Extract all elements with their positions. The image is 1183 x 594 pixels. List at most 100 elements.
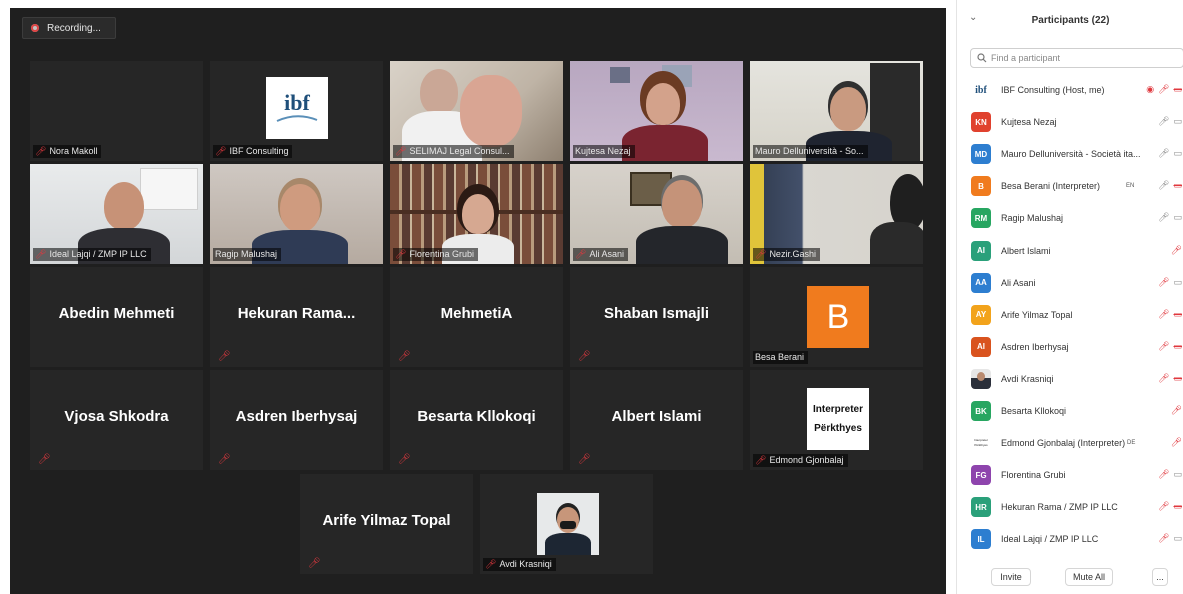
participant-row[interactable]: Interpreter Përkthyes Edmond Gjonbalaj (I… — [971, 432, 1183, 454]
tile-caption: Besa Berani — [753, 351, 809, 364]
video-tile-florentina-grubi[interactable]: 🎤︎ Florentina Grubi — [390, 164, 563, 264]
video-icon[interactable]: ▭ — [1173, 212, 1182, 223]
participant-row[interactable]: AI Asdren Iberhysaj 🎤︎ ▭ — [971, 336, 1183, 358]
mic-icon[interactable]: 🎤︎ — [1158, 212, 1169, 223]
video-tile-ibf-consulting[interactable]: ibf 🎤︎ IBF Consulting — [210, 61, 383, 161]
participant-row[interactable]: MD Mauro Delluniversità - Società ita... 🎤… — [971, 143, 1183, 165]
profile-photo — [537, 493, 599, 555]
mic-muted-icon: 🎤︎ — [215, 146, 227, 156]
invite-button[interactable]: Invite — [991, 568, 1031, 586]
video-icon[interactable]: ▭ — [1173, 148, 1182, 159]
mute-all-button[interactable]: Mute All — [1065, 568, 1113, 586]
video-tile-mauro[interactable]: Mauro Delluniversità - So... — [750, 61, 923, 161]
video-tile-hekuran-rama[interactable]: Hekuran Rama... 🎤︎ — [210, 267, 383, 367]
participant-name: Asdren Iberhysaj — [1001, 341, 1069, 352]
participant-row[interactable]: RM Ragip Malushaj 🎤︎ ▭ — [971, 207, 1183, 229]
video-off-icon[interactable]: ▭ — [1173, 341, 1182, 352]
video-tile-edmond-gjonbalaj[interactable]: Interpreter Përkthyes 🎤︎ Edmond Gjonbalaj — [750, 370, 923, 470]
video-gallery: Recording... 🎤︎ Nora Makoll ibf 🎤︎ IBF Con… — [10, 8, 946, 594]
mic-muted-icon[interactable]: 🎤︎ — [1171, 245, 1182, 256]
participant-avatar: AY — [971, 304, 991, 325]
participant-row[interactable]: IL Ideal Lajqi / ZMP IP LLC 🎤︎ ▭ — [971, 528, 1183, 550]
participant-avatar: RM — [971, 208, 991, 229]
participant-name: Edmond Gjonbalaj (Interpreter) — [1001, 438, 1126, 449]
mic-muted-icon[interactable]: 🎤︎ — [1158, 373, 1169, 384]
video-off-icon[interactable]: ▭ — [1173, 180, 1182, 191]
mic-icon[interactable]: 🎤︎ — [1158, 148, 1169, 159]
participant-name: Ragip Malushaj — [1001, 213, 1064, 224]
screen-share-icon: ◉ — [1146, 84, 1155, 94]
mic-muted-icon[interactable]: 🎤︎ — [1171, 405, 1182, 416]
participant-avatar: B — [971, 176, 991, 197]
panel-title: Participants (22) — [1031, 15, 1110, 26]
tile-caption: 🎤︎ Nezir.Gashi — [753, 248, 820, 261]
video-tile-shaban-ismajli[interactable]: Shaban Ismajli 🎤︎ — [570, 267, 743, 367]
participant-avatar: AA — [971, 272, 991, 293]
participant-row[interactable]: AI Albert Islami 🎤︎ — [971, 240, 1183, 262]
mic-muted-icon[interactable]: 🎤︎ — [1158, 469, 1169, 480]
participant-avatar: AI — [971, 336, 991, 357]
video-icon[interactable]: ▭ — [1173, 277, 1182, 288]
video-tile-ali-asani[interactable]: 🎤︎ Ali Asani — [570, 164, 743, 264]
participant-name: Florentina Grubi — [1001, 470, 1066, 481]
participant-controls: 🎤︎ ▭ — [1158, 277, 1182, 288]
mic-muted-icon[interactable]: 🎤︎ — [1158, 277, 1169, 288]
mic-muted-icon: 🎤︎ — [755, 455, 767, 465]
mic-muted-icon[interactable]: 🎤︎ — [1158, 84, 1169, 95]
video-tile-nezir-gashi[interactable]: 🎤︎ Nezir.Gashi — [750, 164, 923, 264]
participant-name: Avdi Krasniqi — [1001, 373, 1054, 384]
video-tile-arife-yilmaz-topal[interactable]: Arife Yilmaz Topal 🎤︎ — [300, 474, 473, 574]
participant-row[interactable]: Avdi Krasniqi 🎤︎ ▭ — [971, 368, 1183, 390]
participant-avatar: MD — [971, 144, 991, 165]
mic-icon[interactable]: 🎤︎ — [1158, 116, 1169, 127]
mic-muted-icon[interactable]: 🎤︎ — [1158, 309, 1169, 320]
participant-row[interactable]: B Besa Berani (Interpreter) EN 🎤︎ ▭ — [971, 175, 1183, 197]
mic-muted-icon[interactable]: 🎤︎ — [1158, 341, 1169, 352]
video-off-icon[interactable]: ▭ — [1173, 84, 1182, 95]
video-tile-mehmetia[interactable]: MehmetiA 🎤︎ — [390, 267, 563, 367]
video-off-icon[interactable]: ▭ — [1173, 373, 1182, 384]
participant-row[interactable]: AY Arife Yilmaz Topal 🎤︎ ▭ — [971, 304, 1183, 326]
video-tile-avdi-krasniqi[interactable]: 🎤︎ Avdi Krasniqi — [480, 474, 653, 574]
tile-caption: 🎤︎ IBF Consulting — [213, 145, 293, 158]
participant-row[interactable]: BK Besarta Kllokoqi 🎤︎ — [971, 400, 1183, 422]
video-tile-kujtesa-nezaj[interactable]: Kujtesa Nezaj — [570, 61, 743, 161]
mic-muted-icon[interactable]: 🎤︎ — [1171, 437, 1182, 448]
video-icon[interactable]: ▭ — [1173, 116, 1182, 127]
participant-avatar: FG — [971, 465, 991, 486]
video-tile-abedin-mehmeti[interactable]: Abedin Mehmeti — [30, 267, 203, 367]
participant-avatar — [971, 368, 991, 389]
video-tile-ideal-lajqi[interactable]: 🎤︎ Ideal Lajqi / ZMP IP LLC — [30, 164, 203, 264]
video-tile-ragip-malushaj[interactable]: Ragip Malushaj — [210, 164, 383, 264]
participant-row[interactable]: KN Kujtesa Nezaj 🎤︎ ▭ — [971, 111, 1183, 133]
participant-name: Mauro Delluniversità - So... — [755, 146, 864, 156]
language-badge: EN — [1126, 183, 1135, 190]
video-icon[interactable]: ▭ — [1173, 469, 1182, 480]
participant-name: Besa Berani — [755, 352, 805, 362]
video-tile-albert-islami[interactable]: Albert Islami 🎤︎ — [570, 370, 743, 470]
mic-muted-icon: 🎤︎ — [575, 249, 587, 259]
mic-muted-icon[interactable]: 🎤︎ — [1158, 533, 1169, 544]
participant-row[interactable]: FG Florentina Grubi 🎤︎ ▭ — [971, 464, 1183, 486]
video-icon[interactable]: ▭ — [1173, 533, 1182, 544]
recording-indicator[interactable]: Recording... — [22, 17, 116, 39]
search-box[interactable] — [970, 48, 1183, 68]
participant-controls: ◉ 🎤︎ ▭ — [1146, 84, 1182, 95]
mic-icon[interactable]: 🎤︎ — [1158, 180, 1169, 191]
participant-row[interactable]: AA Ali Asani 🎤︎ ▭ — [971, 272, 1183, 294]
video-tile-asdren-iberhysaj[interactable]: Asdren Iberhysaj 🎤︎ — [210, 370, 383, 470]
participant-row[interactable]: ibf IBF Consulting (Host, me) ◉ 🎤︎ ▭ — [971, 79, 1183, 101]
video-off-icon[interactable]: ▭ — [1173, 501, 1182, 512]
video-tile-besarta-kllokoqi[interactable]: Besarta Kllokoqi 🎤︎ — [390, 370, 563, 470]
mic-muted-icon[interactable]: 🎤︎ — [1158, 501, 1169, 512]
search-input[interactable] — [991, 53, 1171, 63]
participant-name: Besarta Kllokoqi — [1001, 406, 1067, 416]
video-tile-selimaj[interactable]: 🎤︎ SELIMAJ Legal Consul... — [390, 61, 563, 161]
video-off-icon[interactable]: ▭ — [1173, 309, 1182, 320]
video-tile-vjosa-shkodra[interactable]: Vjosa Shkodra 🎤︎ — [30, 370, 203, 470]
more-button[interactable]: ... — [1152, 568, 1168, 586]
video-tile-besa-berani[interactable]: B Besa Berani — [750, 267, 923, 367]
video-tile-nora-makoll[interactable]: 🎤︎ Nora Makoll — [30, 61, 203, 161]
participant-name: Arife Yilmaz Topal — [322, 512, 451, 529]
participant-row[interactable]: HR Hekuran Rama / ZMP IP LLC 🎤︎ ▭ — [971, 496, 1183, 518]
